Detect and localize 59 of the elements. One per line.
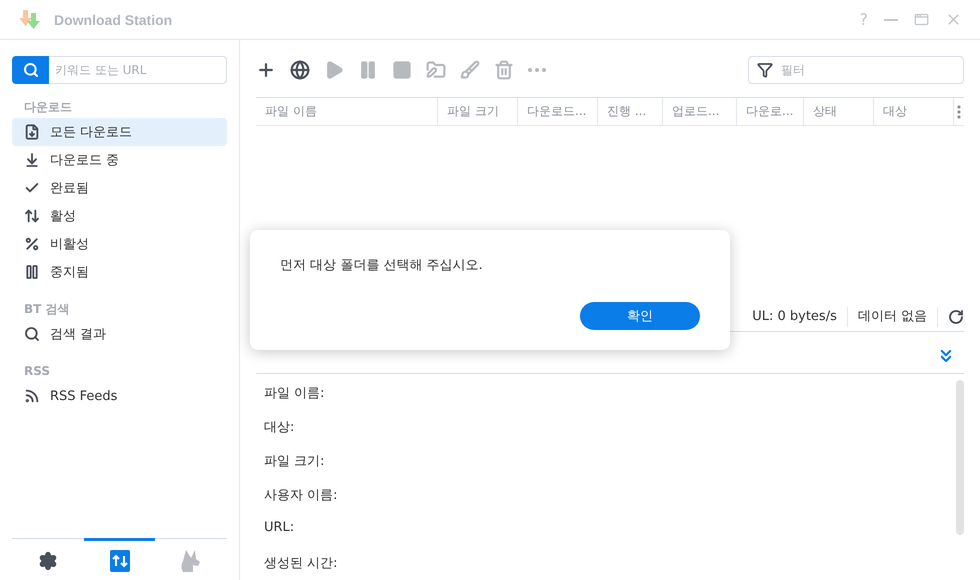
- search-icon: [22, 62, 38, 78]
- sidebar-item[interactable]: RSS Feeds: [12, 382, 227, 410]
- pause-icon: [24, 264, 40, 280]
- filter-icon: [757, 62, 773, 78]
- column-header[interactable]: 다운로드...: [518, 98, 598, 125]
- search-field[interactable]: 키워드 또는 URL: [49, 56, 227, 84]
- filter-field[interactable]: 필터: [748, 56, 964, 84]
- maximize-icon: [914, 12, 929, 27]
- detail-label: 파일 이름:: [264, 385, 326, 401]
- sidebar-item[interactable]: 다운로드 중: [12, 146, 227, 174]
- column-menu-icon[interactable]: [957, 104, 961, 118]
- download-icon: [24, 152, 40, 168]
- play-icon: [324, 60, 344, 80]
- sidebar-item[interactable]: 활성: [12, 202, 227, 230]
- sidebar-item[interactable]: 완료됨: [12, 174, 227, 202]
- minimize-button[interactable]: [884, 18, 898, 20]
- section-heading: BT 검색: [24, 301, 70, 318]
- search-icon: [24, 326, 40, 342]
- plus-icon: [256, 60, 276, 80]
- transfer-icon: [110, 550, 130, 572]
- section-heading: 다운로드: [24, 99, 72, 116]
- dialog-message: 먼저 대상 폴더를 선택해 주십시오.: [280, 257, 484, 274]
- sidebar-item[interactable]: 비활성: [12, 230, 227, 258]
- file-download-icon: [24, 124, 40, 140]
- pause-icon: [358, 60, 378, 80]
- maximize-button[interactable]: [914, 12, 929, 27]
- stop-icon: [392, 60, 412, 80]
- column-header[interactable]: 상태: [804, 98, 874, 125]
- detail-label: 생성된 시간:: [264, 555, 339, 571]
- search-button[interactable]: [12, 56, 49, 84]
- sidebar-item[interactable]: 모든 다운로드: [12, 118, 227, 146]
- up-down-arrows-icon: [24, 208, 40, 224]
- folder-edit-icon: [426, 60, 446, 80]
- sidebar-item[interactable]: 중지됨: [12, 258, 227, 286]
- window-title: Download Station: [54, 12, 174, 28]
- data-status: 데이터 없음: [848, 306, 938, 326]
- detail-label: 파일 크기:: [264, 453, 326, 469]
- toolbar-button[interactable]: [256, 60, 276, 80]
- percent-icon: [24, 236, 40, 252]
- scrollbar[interactable]: [956, 380, 964, 535]
- column-header[interactable]: 진행 ...: [598, 98, 663, 125]
- column-header[interactable]: 다운로...: [737, 98, 804, 125]
- column-header[interactable]: 파일 이름: [256, 98, 438, 125]
- column-header[interactable]: 업로드...: [663, 98, 737, 125]
- column-header[interactable]: 파일 크기: [438, 98, 518, 125]
- detail-label: 대상:: [264, 419, 296, 435]
- trash-icon: [494, 60, 514, 80]
- rss-icon: [24, 388, 40, 404]
- upload-speed: UL: 0 bytes/s: [742, 306, 848, 326]
- brush-icon: [460, 60, 480, 80]
- column-header[interactable]: 대상: [874, 98, 954, 125]
- section-heading: RSS: [24, 363, 50, 380]
- ok-button[interactable]: 확인: [580, 302, 700, 330]
- download-arrows-icon: [20, 10, 42, 30]
- detail-label: URL:: [264, 520, 296, 537]
- minimize-icon: [884, 18, 898, 20]
- more-icon: [528, 68, 546, 72]
- detail-label: 사용자 이름:: [264, 487, 339, 503]
- sidebar-item[interactable]: 검색 결과: [12, 320, 227, 348]
